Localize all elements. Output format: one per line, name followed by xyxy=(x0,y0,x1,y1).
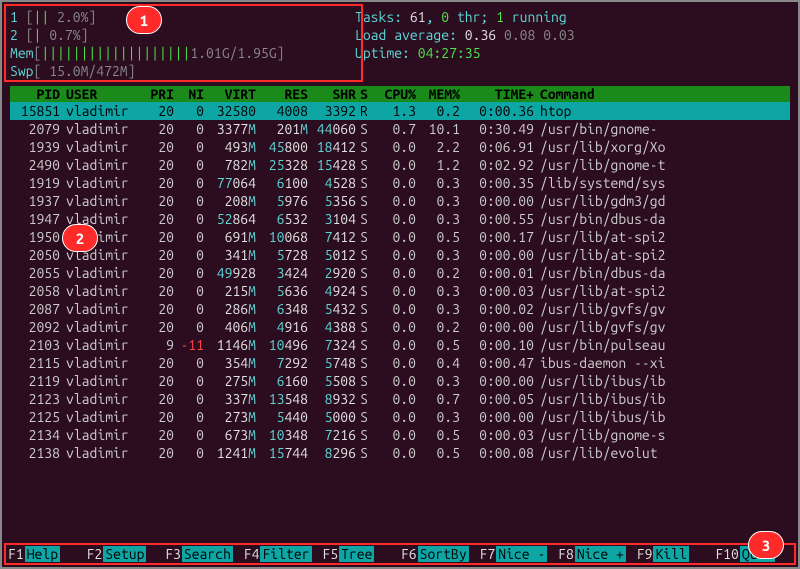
fkey-f1[interactable]: F1Help xyxy=(7,546,86,562)
cpu2-label: 2 xyxy=(10,27,18,43)
table-row[interactable]: 2119vladimir200275M61605508S0.00.30:00.0… xyxy=(10,372,790,390)
process-list[interactable]: 15851vladimir2003258040083392R1.30.20:00… xyxy=(10,102,790,462)
process-header[interactable]: PID USER PRI NI VIRT RES SHR S CPU% MEM%… xyxy=(10,86,790,102)
fkey-f5[interactable]: F5Tree xyxy=(321,546,400,562)
col-res[interactable]: RES xyxy=(256,86,308,102)
table-row[interactable]: 1947vladimir2005286465323104S0.00.30:00.… xyxy=(10,210,790,228)
fkey-f4[interactable]: F4Filter xyxy=(243,546,322,562)
table-row[interactable]: 1919vladimir2007706461004528S0.00.30:00.… xyxy=(10,174,790,192)
col-virt[interactable]: VIRT xyxy=(204,86,256,102)
annotation-badge-2: 2 xyxy=(62,224,98,252)
table-row[interactable]: 1939vladimir200493M4580018412S0.02.20:06… xyxy=(10,138,790,156)
table-row[interactable]: 2490vladimir200782M2532815428S0.01.20:02… xyxy=(10,156,790,174)
col-pid[interactable]: PID xyxy=(14,86,60,102)
footer-bar: F1Help F2Setup F3SearchF4FilterF5Tree F6… xyxy=(4,543,796,565)
fkey-f2[interactable]: F2Setup xyxy=(86,546,165,562)
cpu1-label: 1 xyxy=(10,9,18,25)
table-row[interactable]: 2103vladimir9-111146M104967324S0.00.50:0… xyxy=(10,336,790,354)
table-row[interactable]: 2055vladimir2004992834242920S0.00.20:00.… xyxy=(10,264,790,282)
swp-label: Swp xyxy=(10,63,34,79)
loadavg-label: Load average: xyxy=(355,27,465,43)
table-row[interactable]: 2115vladimir200354M72925748S0.00.40:00.4… xyxy=(10,354,790,372)
fkey-f3[interactable]: F3Search xyxy=(164,546,243,562)
col-mem[interactable]: MEM% xyxy=(416,86,460,102)
table-row[interactable]: 2079vladimir2003377M201M44060S0.710.10:3… xyxy=(10,120,790,138)
col-ni[interactable]: NI xyxy=(174,86,204,102)
col-cpu[interactable]: CPU% xyxy=(372,86,416,102)
table-row[interactable]: 2050vladimir200341M57285012S0.00.30:00.0… xyxy=(10,246,790,264)
tasks-label: Tasks: xyxy=(355,9,410,25)
col-user[interactable]: USER xyxy=(60,86,138,102)
terminal: 1 [|| 2.0%] Tasks: 61, 0 thr; 1 running … xyxy=(2,2,798,462)
table-row[interactable]: 2058vladimir200215M56364924S0.00.30:00.0… xyxy=(10,282,790,300)
annotation-badge-1: 1 xyxy=(126,6,162,34)
fkey-f9[interactable]: F9Kill xyxy=(636,546,715,562)
table-row[interactable]: 2092vladimir200406M49164388S0.00.20:00.0… xyxy=(10,318,790,336)
col-pri[interactable]: PRI xyxy=(138,86,174,102)
mem-label: Mem xyxy=(10,45,34,61)
uptime-label: Uptime: xyxy=(355,45,418,61)
table-row[interactable]: 2134vladimir200673M103487216S0.00.50:00.… xyxy=(10,426,790,444)
table-row[interactable]: 1937vladimir200208M59765356S0.00.30:00.0… xyxy=(10,192,790,210)
col-time[interactable]: TIME+ xyxy=(460,86,534,102)
col-s[interactable]: S xyxy=(356,86,372,102)
table-row[interactable]: 2087vladimir200286M63485432S0.00.30:00.0… xyxy=(10,300,790,318)
table-row[interactable]: 1950vladimir200691M100687412S0.00.50:00.… xyxy=(10,228,790,246)
table-row[interactable]: 2123vladimir200337M135488932S0.00.70:00.… xyxy=(10,390,790,408)
annotation-badge-3: 3 xyxy=(748,531,784,559)
col-cmd[interactable]: Command xyxy=(534,86,786,102)
table-row[interactable]: 2138vladimir2001241M157448296S0.00.50:00… xyxy=(10,444,790,462)
fkey-f7[interactable]: F7Nice - xyxy=(479,546,558,562)
col-shr[interactable]: SHR xyxy=(308,86,356,102)
table-row[interactable]: 2125vladimir200273M54405000S0.00.30:00.0… xyxy=(10,408,790,426)
fkey-f8[interactable]: F8Nice + xyxy=(557,546,636,562)
table-row[interactable]: 15851vladimir2003258040083392R1.30.20:00… xyxy=(10,102,790,120)
fkey-f6[interactable]: F6SortBy xyxy=(400,546,479,562)
